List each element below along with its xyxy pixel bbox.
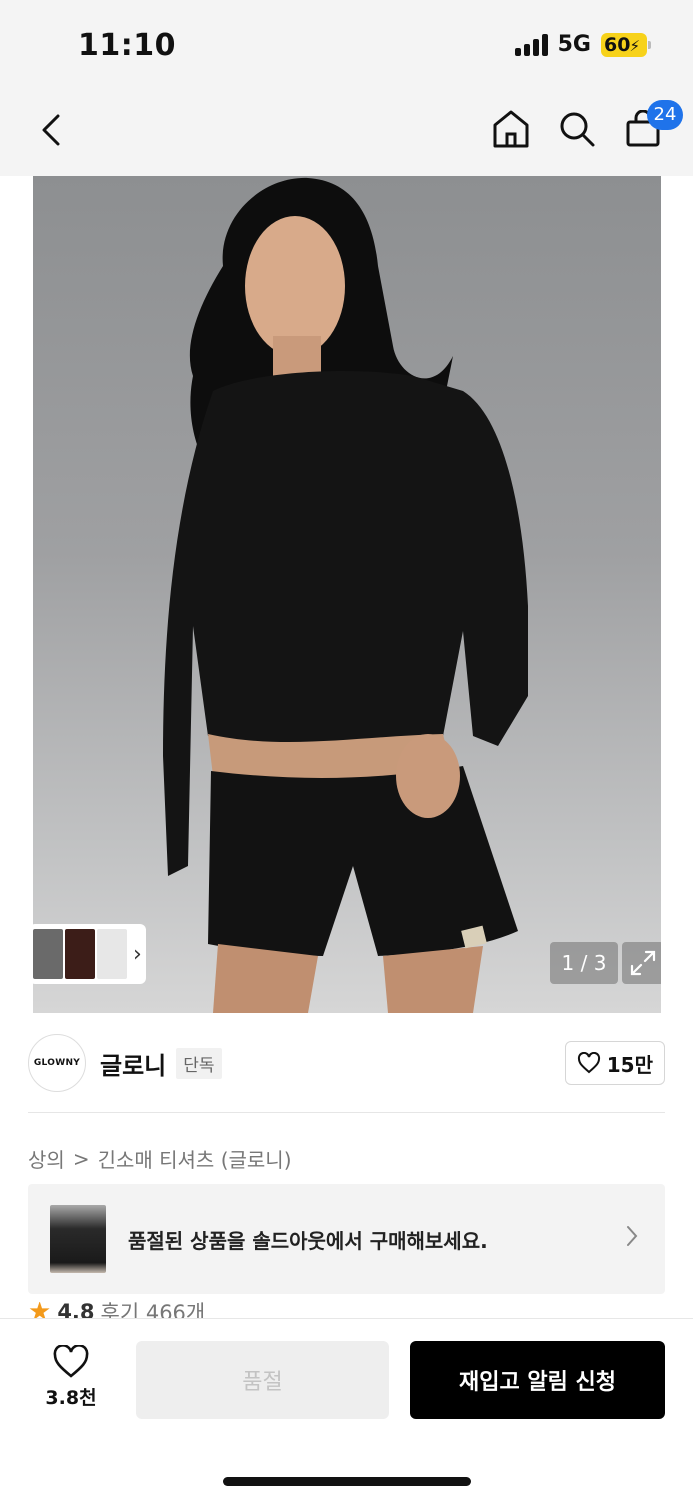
back-button[interactable] (34, 108, 68, 152)
network-type: 5G (557, 32, 591, 57)
top-area: 11:10 5G 60⚡ 24 (0, 0, 693, 176)
wishlist-button[interactable]: 3.8천 (36, 1345, 106, 1410)
expand-gallery-button[interactable] (622, 942, 661, 984)
exclusive-badge: 단독 (176, 1047, 222, 1079)
wishlist-count: 3.8천 (45, 1387, 97, 1409)
brand-row: GLOWNY 글로니 단독 15만 (28, 1034, 665, 1092)
soldout-banner[interactable]: 품절된 상품을 솔드아웃에서 구매해보세요. (28, 1184, 665, 1294)
brand-name[interactable]: 글로니 (100, 1046, 166, 1081)
battery-level: 60 (604, 33, 631, 56)
gallery-thumbnail-strip[interactable]: › (33, 924, 146, 984)
gallery-thumbnail[interactable] (97, 929, 127, 979)
status-indicators: 5G 60⚡ (514, 32, 651, 57)
home-icon (493, 110, 529, 148)
gallery-thumbnail[interactable] (65, 929, 95, 979)
breadcrumb-separator: > (72, 1146, 90, 1171)
home-indicator (223, 1477, 471, 1486)
banner-text: 품절된 상품을 솔드아웃에서 구매해보세요. (128, 1228, 488, 1253)
battery-icon: 60⚡ (601, 32, 651, 57)
home-button[interactable] (491, 106, 531, 152)
signal-icon (514, 33, 548, 56)
bottom-action-bar: 3.8천 품절 재입고 알림 신청 (0, 1318, 693, 1500)
product-detail-screen: 11:10 5G 60⚡ 24 › 1 / 3 GLOWNY 글로니 단독 15… (0, 0, 693, 1500)
chevron-right-icon: › (133, 941, 142, 967)
banner-product-thumbnail (50, 1205, 106, 1273)
gallery-thumbnail[interactable] (33, 929, 63, 979)
breadcrumb: 상의 > 긴소매 티셔츠 (글로니) (28, 1144, 292, 1173)
restock-alert-button[interactable]: 재입고 알림 신청 (410, 1341, 665, 1419)
header-actions: 24 (491, 100, 683, 152)
heart-icon (53, 1345, 89, 1378)
brand-logo[interactable]: GLOWNY (28, 1034, 86, 1092)
chevron-right-icon (627, 1226, 638, 1246)
gallery-page-indicator: 1 / 3 (550, 942, 618, 984)
breadcrumb-category[interactable]: 상의 (28, 1144, 65, 1173)
cart-button[interactable]: 24 (623, 100, 683, 152)
back-icon (42, 114, 60, 146)
search-button[interactable] (557, 106, 597, 152)
product-image-gallery[interactable]: › 1 / 3 (33, 176, 661, 1013)
cart-count-badge: 24 (647, 100, 683, 130)
brand-like-button[interactable]: 15만 (564, 1041, 665, 1085)
divider (28, 1112, 665, 1113)
product-photo (163, 177, 528, 1013)
heart-icon (577, 1052, 600, 1074)
breadcrumb-subcategory[interactable]: 긴소매 티셔츠 (글로니) (98, 1144, 292, 1173)
expand-icon (630, 950, 656, 976)
soldout-button: 품절 (136, 1341, 389, 1419)
search-icon (560, 112, 595, 147)
brand-like-count: 15만 (606, 1052, 653, 1077)
status-time: 11:10 (78, 28, 176, 63)
